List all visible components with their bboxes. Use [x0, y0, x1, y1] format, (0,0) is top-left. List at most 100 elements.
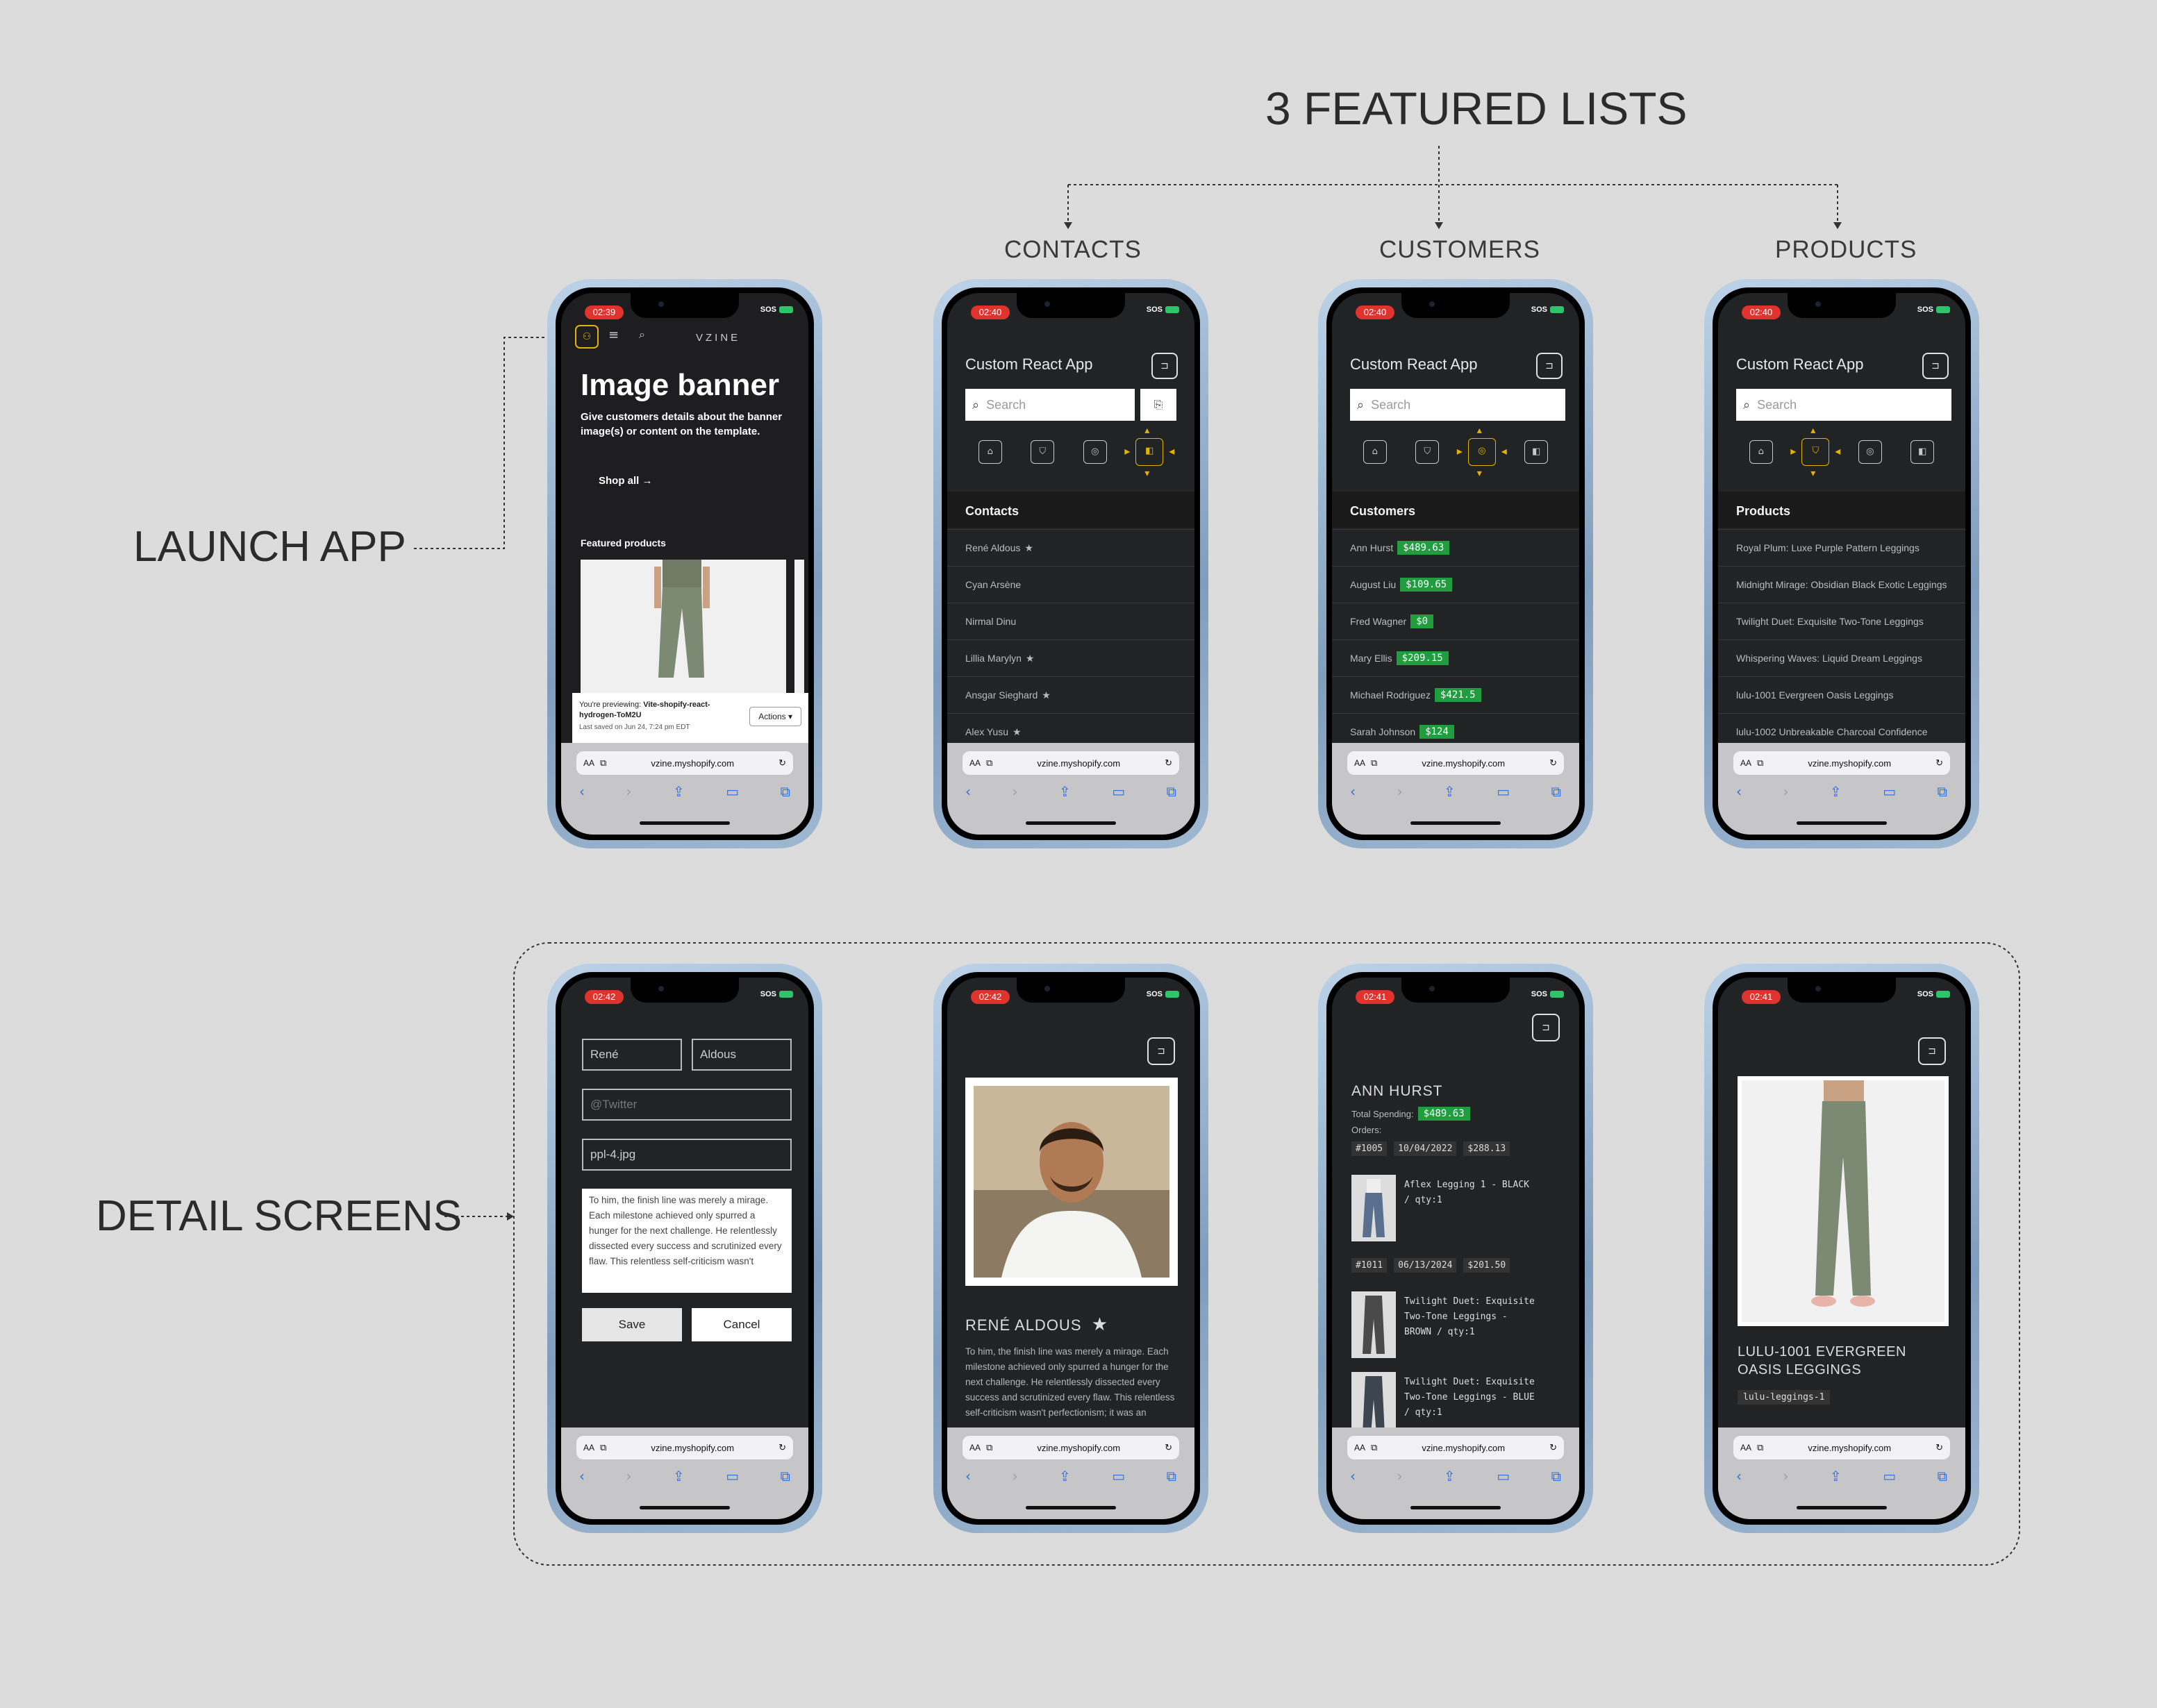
home-icon[interactable]: ⌂ — [1363, 440, 1387, 464]
share-icon[interactable]: ⇪ — [1059, 783, 1071, 800]
url-bar[interactable]: AA ⧉ vzine.myshopify.com ↻ — [576, 751, 793, 775]
tabs-icon[interactable]: ⧉ — [1938, 783, 1947, 800]
bookmarks-icon[interactable]: ▭ — [726, 783, 739, 800]
cancel-button[interactable]: Cancel — [692, 1308, 792, 1341]
exit-icon[interactable]: ⊐ — [1151, 353, 1178, 379]
back-icon[interactable]: ‹ — [579, 783, 585, 800]
products-icon[interactable]: ▴⛉▾ — [1790, 425, 1840, 479]
products-icon[interactable]: ⛉ — [1031, 440, 1055, 464]
forward-icon[interactable]: › — [626, 1468, 632, 1484]
list-item[interactable]: Ann Hurst $489.63 — [1332, 529, 1579, 566]
bookmarks-icon[interactable]: ▭ — [1112, 783, 1125, 800]
list-item[interactable]: Nirmal Dinu — [947, 603, 1194, 639]
list-item[interactable]: Fred Wagner $0 — [1332, 603, 1579, 639]
url-bar[interactable]: AA ⧉ vzine.myshopify.com ↻ — [963, 751, 1179, 775]
tabs-icon[interactable]: ⧉ — [1167, 1468, 1176, 1484]
forward-icon[interactable]: › — [1783, 783, 1789, 800]
search-input[interactable]: ⌕ Search — [965, 389, 1135, 421]
share-icon[interactable]: ⇪ — [1444, 783, 1456, 800]
exit-icon[interactable]: ⊐ — [1918, 1037, 1946, 1065]
exit-icon[interactable]: ⊐ — [1536, 353, 1563, 379]
list-item[interactable]: Whispering Waves: Liquid Dream Leggings — [1718, 639, 1965, 676]
bookmarks-icon[interactable]: ▭ — [1883, 783, 1896, 800]
product-image[interactable] — [581, 560, 786, 698]
bookmarks-icon[interactable]: ▭ — [1883, 1468, 1896, 1484]
forward-icon[interactable]: › — [1013, 1468, 1018, 1484]
list-item[interactable]: Royal Plum: Luxe Purple Pattern Leggings — [1718, 529, 1965, 566]
twitter-field[interactable]: @Twitter — [582, 1089, 792, 1121]
back-icon[interactable]: ‹ — [1350, 1468, 1356, 1484]
list-item[interactable]: August Liu $109.65 — [1332, 566, 1579, 603]
share-icon[interactable]: ⇪ — [1830, 1468, 1842, 1484]
forward-icon[interactable]: › — [1397, 783, 1403, 800]
tabs-icon[interactable]: ⧉ — [781, 1468, 790, 1484]
customers-icon[interactable]: ◎ — [1858, 440, 1882, 464]
list-item[interactable]: Twilight Duet: Exquisite Two-Tone Leggin… — [1718, 603, 1965, 639]
forward-icon[interactable]: › — [1783, 1468, 1789, 1484]
url-bar[interactable]: AA ⧉ vzine.myshopify.com ↻ — [1733, 751, 1950, 775]
tabs-icon[interactable]: ⧉ — [1551, 783, 1561, 800]
notes-textarea[interactable]: To him, the finish line was merely a mir… — [582, 1189, 792, 1293]
bookmarks-icon[interactable]: ▭ — [1497, 1468, 1510, 1484]
url-bar[interactable]: AA ⧉ vzine.myshopify.com ↻ — [1347, 1436, 1564, 1459]
list-item[interactable]: lulu-1001 Evergreen Oasis Leggings — [1718, 676, 1965, 713]
back-icon[interactable]: ‹ — [965, 1468, 971, 1484]
list-item[interactable]: Midnight Mirage: Obsidian Black Exotic L… — [1718, 566, 1965, 603]
bookmarks-icon[interactable]: ▭ — [726, 1468, 739, 1484]
avatar-field[interactable]: ppl-4.jpg — [582, 1139, 792, 1171]
list-item[interactable]: Lillia Marylyn ★ — [947, 639, 1194, 676]
share-icon[interactable]: ⇪ — [1059, 1468, 1071, 1484]
products-icon[interactable]: ⛉ — [1415, 440, 1440, 464]
search-input[interactable]: ⌕ Search — [1736, 389, 1951, 421]
tabs-icon[interactable]: ⧉ — [1938, 1468, 1947, 1484]
url-bar[interactable]: AA ⧉ vzine.myshopify.com ↻ — [1347, 751, 1564, 775]
back-icon[interactable]: ‹ — [1736, 1468, 1742, 1484]
add-contact-button[interactable]: ⎘ — [1140, 389, 1176, 421]
list-item[interactable]: Cyan Arsène — [947, 566, 1194, 603]
first-name-field[interactable]: René — [582, 1039, 682, 1071]
bookmarks-icon[interactable]: ▭ — [1497, 783, 1510, 800]
exit-icon[interactable]: ⊐ — [1147, 1037, 1175, 1065]
home-icon[interactable]: ⌂ — [978, 440, 1002, 464]
actions-dropdown[interactable]: Actions ▾ — [749, 707, 801, 726]
list-item[interactable]: Ansgar Sieghard ★ — [947, 676, 1194, 713]
back-icon[interactable]: ‹ — [1736, 783, 1742, 800]
last-name-field[interactable]: Aldous — [692, 1039, 792, 1071]
share-icon[interactable]: ⇪ — [1444, 1468, 1456, 1484]
contacts-icon[interactable]: ◧ — [1910, 440, 1935, 464]
forward-icon[interactable]: › — [1397, 1468, 1403, 1484]
launch-app-icon[interactable]: ⚇ — [575, 325, 599, 349]
contacts-icon[interactable]: ◧ — [1524, 440, 1549, 464]
bookmarks-icon[interactable]: ▭ — [1112, 1468, 1125, 1484]
customers-icon[interactable]: ▴◎▾ — [1457, 425, 1507, 479]
star-icon[interactable]: ★ — [1092, 1314, 1108, 1334]
menu-icon[interactable]: ≡ — [608, 328, 619, 342]
customers-icon[interactable]: ◎ — [1083, 440, 1107, 464]
share-icon[interactable]: ⇪ — [673, 1468, 685, 1484]
list-item[interactable]: René Aldous ★ — [947, 529, 1194, 566]
search-input[interactable]: ⌕ Search — [1350, 389, 1565, 421]
tabs-icon[interactable]: ⧉ — [781, 783, 790, 800]
order-row[interactable]: #1011 06/13/2024 $201.50 — [1351, 1258, 1510, 1273]
exit-icon[interactable]: ⊐ — [1922, 353, 1949, 379]
share-icon[interactable]: ⇪ — [1830, 783, 1842, 800]
url-bar[interactable]: AA ⧉ vzine.myshopify.com ↻ — [576, 1436, 793, 1459]
search-icon[interactable]: ⌕ — [639, 328, 645, 342]
list-item[interactable]: Michael Rodriguez $421.5 — [1332, 676, 1579, 713]
back-icon[interactable]: ‹ — [579, 1468, 585, 1484]
share-icon[interactable]: ⇪ — [673, 783, 685, 800]
forward-icon[interactable]: › — [626, 783, 632, 800]
brand-logo[interactable]: VZINE — [696, 332, 740, 344]
home-icon[interactable]: ⌂ — [1749, 440, 1773, 464]
contacts-icon[interactable]: ▴◧▾ — [1124, 425, 1174, 479]
order-row[interactable]: #1005 10/04/2022 $288.13 — [1351, 1141, 1510, 1156]
shop-all-link[interactable]: Shop all → — [599, 475, 653, 487]
back-icon[interactable]: ‹ — [1350, 783, 1356, 800]
tabs-icon[interactable]: ⧉ — [1551, 1468, 1561, 1484]
forward-icon[interactable]: › — [1013, 783, 1018, 800]
tabs-icon[interactable]: ⧉ — [1167, 783, 1176, 800]
list-item[interactable]: Mary Ellis $209.15 — [1332, 639, 1579, 676]
url-bar[interactable]: AA ⧉ vzine.myshopify.com ↻ — [1733, 1436, 1950, 1459]
save-button[interactable]: Save — [582, 1308, 682, 1341]
url-bar[interactable]: AA ⧉ vzine.myshopify.com ↻ — [963, 1436, 1179, 1459]
